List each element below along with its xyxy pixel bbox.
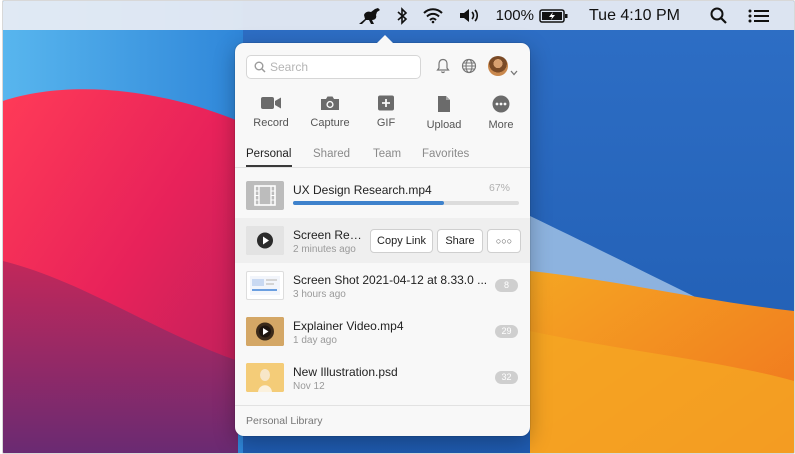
video-thumbnail — [246, 317, 284, 346]
action-bar: Record Capture GIF Upload More — [235, 95, 530, 135]
share-button[interactable]: Share — [437, 229, 483, 253]
file-name: Screen Shot 2021-04-12 at 8.33.0 ... — [293, 273, 488, 287]
spotlight-search-icon[interactable] — [710, 7, 728, 25]
recording-thumbnail — [246, 226, 284, 255]
document-icon — [438, 96, 450, 112]
capture-button[interactable]: Capture — [302, 95, 358, 129]
search-icon — [254, 61, 266, 73]
file-row[interactable]: Explainer Video.mp4 1 day ago 29 — [235, 309, 530, 354]
bell-icon[interactable] — [436, 58, 450, 79]
more-button[interactable]: More — [473, 95, 529, 131]
personal-library-link[interactable]: Personal Library — [246, 415, 322, 427]
file-row[interactable]: New Illustration.psd Nov 12 32 — [235, 355, 530, 400]
more-dots-icon — [492, 95, 510, 113]
tab-shared[interactable]: Shared — [313, 148, 350, 160]
record-button[interactable]: Record — [243, 95, 299, 129]
upload-progress-fill — [293, 201, 445, 205]
app-popover: Record Capture GIF Upload More Personal … — [235, 35, 530, 436]
uploading-file-name: UX Design Research.mp4 — [293, 183, 432, 197]
file-meta: Nov 12 — [293, 381, 325, 392]
file-meta: 2 minutes ago — [293, 244, 356, 255]
wifi-icon[interactable] — [422, 7, 444, 24]
volume-icon[interactable] — [458, 7, 482, 24]
gif-plus-icon — [378, 95, 394, 111]
menu-bar-clock[interactable]: Tue 4:10 PM — [589, 7, 680, 25]
globe-icon[interactable] — [461, 58, 477, 79]
play-icon — [246, 317, 284, 346]
file-name: Screen Rec... — [293, 228, 365, 242]
popover-arrow — [376, 35, 394, 44]
footer-divider — [235, 405, 530, 406]
more-label: More — [488, 119, 514, 131]
bluetooth-icon[interactable] — [396, 6, 408, 25]
gif-button[interactable]: GIF — [358, 95, 414, 129]
upload-progress-bar — [293, 201, 519, 205]
upload-label: Upload — [426, 119, 462, 131]
file-meta: 3 hours ago — [293, 289, 346, 300]
control-center-icon[interactable] — [748, 8, 770, 24]
tab-favorites[interactable]: Favorites — [422, 148, 469, 160]
film-thumbnail — [246, 181, 284, 210]
tab-personal[interactable]: Personal — [246, 148, 291, 160]
film-icon — [254, 185, 276, 206]
screenshot-thumbnail — [246, 271, 284, 300]
file-meta: 1 day ago — [293, 335, 337, 346]
file-row[interactable]: Screen Shot 2021-04-12 at 8.33.0 ... 3 h… — [235, 263, 530, 308]
file-name: Explainer Video.mp4 — [293, 319, 404, 333]
file-name: New Illustration.psd — [293, 365, 398, 379]
view-count-badge: 8 — [495, 279, 518, 292]
view-count-badge: 32 — [495, 371, 518, 384]
chevron-down-icon[interactable] — [510, 63, 518, 81]
gif-label: GIF — [376, 117, 396, 129]
camera-icon — [321, 96, 339, 110]
play-icon — [246, 226, 284, 255]
search-input[interactable] — [270, 60, 410, 74]
view-count-badge: 29 — [495, 325, 518, 338]
search-box[interactable] — [246, 55, 421, 79]
more-options-button[interactable]: ○○○ — [487, 229, 521, 253]
tabs-divider — [235, 167, 530, 168]
kangaroo-app-icon[interactable] — [356, 6, 382, 26]
copy-link-button[interactable]: Copy Link — [370, 229, 433, 253]
screenshot-preview-icon — [250, 276, 280, 295]
illustration-preview-icon — [246, 363, 284, 392]
upload-percent: 67% — [489, 182, 511, 194]
video-camera-icon — [261, 97, 281, 109]
tab-team[interactable]: Team — [373, 148, 401, 160]
record-label: Record — [253, 117, 289, 129]
battery-charging-icon[interactable] — [539, 8, 569, 24]
desktop-screen: 100% Tue 4:10 PM Search Record Capture G… — [2, 0, 795, 454]
user-avatar[interactable] — [488, 56, 508, 76]
upload-button[interactable]: Upload — [416, 95, 472, 131]
menu-bar: 100% Tue 4:10 PM — [3, 1, 794, 30]
capture-label: Capture — [310, 117, 350, 129]
illustration-thumbnail — [246, 363, 284, 392]
battery-percent: 100% — [495, 7, 534, 24]
